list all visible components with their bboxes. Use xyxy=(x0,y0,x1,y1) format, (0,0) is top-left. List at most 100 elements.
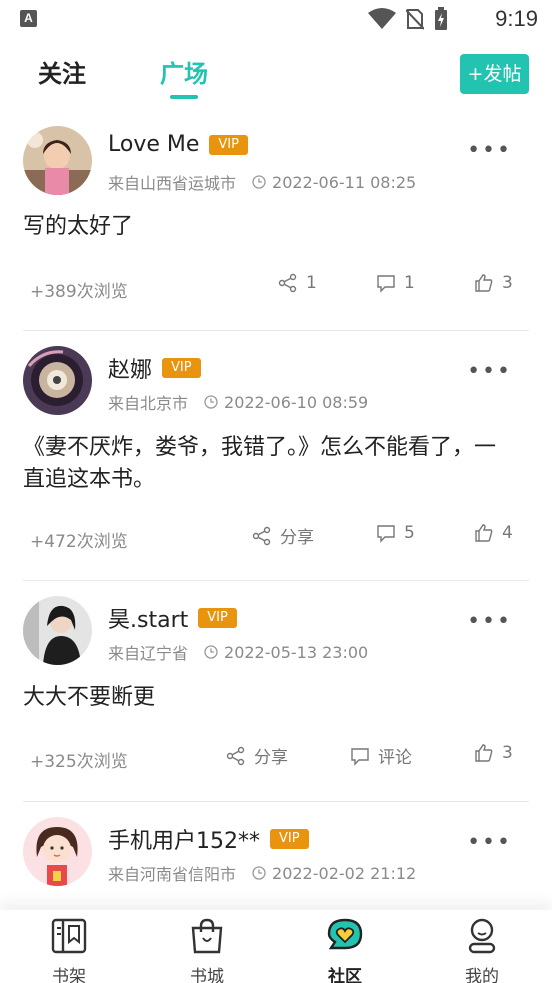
share-count: 1 xyxy=(306,273,317,293)
share-icon xyxy=(278,273,297,293)
community-heart-icon xyxy=(327,918,363,950)
post-meta: 来自辽宁省 2022-05-13 23:00 xyxy=(108,640,368,664)
location: 来自河南省信阳市 xyxy=(108,865,237,884)
active-tab-indicator xyxy=(170,95,198,99)
more-options-icon[interactable]: ••• xyxy=(467,361,512,383)
post-time: 2022-06-11 08:25 xyxy=(272,172,417,192)
bookshelf-icon xyxy=(51,918,87,954)
more-options-icon[interactable]: ••• xyxy=(467,140,512,162)
post-actions: +389次浏览 1 1 3 xyxy=(30,273,514,303)
username[interactable]: Love Me xyxy=(108,132,199,157)
nav-label: 我的 xyxy=(465,967,499,983)
share-label: 分享 xyxy=(280,528,314,548)
nav-label: 社区 xyxy=(328,967,362,983)
post-meta: 来自河南省信阳市 2022-02-02 21:12 xyxy=(108,861,416,885)
like-count: 4 xyxy=(502,523,513,543)
avatar[interactable] xyxy=(23,817,92,886)
divider xyxy=(23,330,529,331)
nav-bookshelf[interactable]: 书架 xyxy=(29,916,109,983)
post-meta: 来自山西省运城市 2022-06-11 08:25 xyxy=(108,170,416,194)
share-button[interactable]: 1 xyxy=(278,273,317,293)
like-count: 3 xyxy=(502,273,513,293)
no-sim-icon xyxy=(406,9,424,30)
clock-icon xyxy=(252,866,266,880)
username[interactable]: 手机用户152** xyxy=(108,823,260,855)
avatar[interactable] xyxy=(23,596,92,665)
vip-badge: VIP xyxy=(198,608,237,628)
clock-icon xyxy=(204,395,218,409)
bookstore-bag-icon xyxy=(191,918,223,954)
status-icons xyxy=(368,7,448,31)
divider xyxy=(23,801,529,802)
post-content[interactable]: 《妻不厌炸，娄爷，我错了。》怎么不能看了，一直追这本书。 xyxy=(23,432,512,496)
tab-follow[interactable]: 关注 xyxy=(38,54,86,89)
post-time: 2022-05-13 23:00 xyxy=(224,642,369,662)
comment-button[interactable]: 5 xyxy=(376,523,415,543)
nav-profile[interactable]: 我的 xyxy=(442,916,522,983)
nav-bookstore[interactable]: 书城 xyxy=(167,916,247,983)
tab-square[interactable]: 广场 xyxy=(160,54,208,89)
avatar[interactable] xyxy=(23,126,92,195)
post-content[interactable]: 大大不要断更 xyxy=(23,682,512,714)
location: 来自北京市 xyxy=(108,394,189,413)
post-feed[interactable]: Love Me VIP ••• 来自山西省运城市 2022-06-11 08:2… xyxy=(0,110,552,910)
more-options-icon[interactable]: ••• xyxy=(467,611,512,633)
battery-charging-icon xyxy=(435,7,447,30)
status-time: 9:19 xyxy=(495,6,538,31)
header: 关注 广场 +发帖 xyxy=(0,38,552,110)
thumbs-up-icon xyxy=(475,524,493,542)
like-button[interactable]: 3 xyxy=(474,743,513,763)
location: 来自山西省运城市 xyxy=(108,174,237,193)
divider xyxy=(23,580,529,581)
comment-button[interactable]: 评论 xyxy=(350,743,412,768)
post-actions: +472次浏览 分享 5 4 xyxy=(30,523,514,553)
nav-community[interactable]: 社区 xyxy=(305,916,385,983)
user-row: 昊.start VIP xyxy=(108,602,237,634)
more-options-icon[interactable]: ••• xyxy=(467,832,512,854)
clock-icon xyxy=(204,645,218,659)
view-count: +389次浏览 xyxy=(30,282,128,302)
thumbs-up-icon xyxy=(475,274,493,292)
vip-badge: VIP xyxy=(162,358,201,378)
comment-icon xyxy=(351,747,369,766)
like-count: 3 xyxy=(502,743,513,763)
vip-badge: VIP xyxy=(209,134,248,155)
wifi-icon xyxy=(368,8,396,29)
location: 来自辽宁省 xyxy=(108,644,189,663)
user-row: 手机用户152** VIP xyxy=(108,823,309,855)
like-button[interactable]: 3 xyxy=(474,273,513,293)
post-time: 2022-06-10 08:59 xyxy=(224,392,369,412)
nav-label: 书城 xyxy=(190,967,224,983)
username[interactable]: 赵娜 xyxy=(108,352,152,384)
comment-label: 评论 xyxy=(378,748,412,768)
like-button[interactable]: 4 xyxy=(474,523,513,543)
bottom-navigation: 书架 书城 社区 我的 xyxy=(0,910,552,983)
profile-icon xyxy=(468,918,496,954)
comment-icon xyxy=(377,275,395,293)
share-label: 分享 xyxy=(254,748,288,768)
view-count: +472次浏览 xyxy=(30,532,128,552)
create-post-button[interactable]: +发帖 xyxy=(460,54,529,94)
status-bar: A 9:19 xyxy=(0,0,552,38)
share-button[interactable]: 分享 xyxy=(226,743,288,768)
avatar[interactable] xyxy=(23,346,92,415)
vip-badge: VIP xyxy=(270,829,309,849)
comment-icon xyxy=(377,525,395,543)
comment-count: 5 xyxy=(404,523,415,543)
share-icon xyxy=(252,526,271,545)
user-row: 赵娜 VIP xyxy=(108,352,201,384)
post-meta: 来自北京市 2022-06-10 08:59 xyxy=(108,390,368,414)
share-button[interactable]: 分享 xyxy=(252,523,314,548)
clock-icon xyxy=(252,175,266,189)
post-content[interactable]: 写的太好了 xyxy=(23,211,512,243)
nav-label: 书架 xyxy=(52,967,86,983)
comment-button[interactable]: 1 xyxy=(376,273,415,293)
comment-count: 1 xyxy=(404,273,415,293)
view-count: +325次浏览 xyxy=(30,752,128,772)
user-row: Love Me VIP xyxy=(108,132,248,157)
thumbs-up-icon xyxy=(475,744,493,762)
post-time: 2022-02-02 21:12 xyxy=(272,863,417,883)
app-notification-icon: A xyxy=(20,10,37,27)
post-actions: +325次浏览 分享 评论 3 xyxy=(30,743,514,773)
username[interactable]: 昊.start xyxy=(108,602,188,634)
